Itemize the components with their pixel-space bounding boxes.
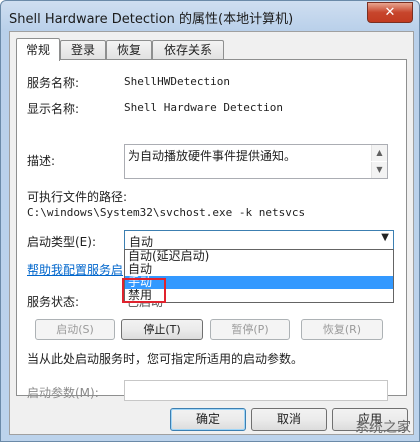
option-auto[interactable]: 自动 xyxy=(125,263,393,276)
cancel-button[interactable]: 取消 xyxy=(251,408,327,431)
startup-type-value: 自动 xyxy=(129,235,154,249)
tab-dependencies[interactable]: 依存关系 xyxy=(152,40,224,60)
service-name-label: 服务名称: xyxy=(27,76,80,90)
tab-logon[interactable]: 登录 xyxy=(60,40,106,60)
startup-type-label: 启动类型(E): xyxy=(27,235,96,249)
description-text: 为自动播放硬件事件提供通知。 xyxy=(128,149,297,163)
help-link[interactable]: 帮助我配置服务启 xyxy=(27,261,123,278)
description-box[interactable]: 为自动播放硬件事件提供通知。 ▲ ▼ xyxy=(124,144,388,179)
dialog-title: Shell Hardware Detection 的属性(本地计算机) xyxy=(9,12,294,27)
exe-path-value: C:\windows\System32\svchost.exe -k netsv… xyxy=(27,206,306,219)
description-label: 描述: xyxy=(27,154,56,168)
display-name-label: 显示名称: xyxy=(27,102,80,116)
start-button[interactable]: 启动(S) xyxy=(35,319,115,340)
chevron-down-icon[interactable]: ▼ xyxy=(381,232,389,243)
service-status-label: 服务状态: xyxy=(27,295,80,309)
service-name-value: ShellHWDetection xyxy=(124,75,230,88)
general-panel: 服务名称: ShellHWDetection 显示名称: Shell Hardw… xyxy=(16,59,407,401)
properties-dialog: Shell Hardware Detection 的属性(本地计算机) ✕ 常规… xyxy=(0,0,420,442)
start-params-hint: 当从此处启动服务时，您可指定所适用的启动参数。 xyxy=(27,352,304,366)
display-name-value: Shell Hardware Detection xyxy=(124,101,283,114)
scroll-up-icon[interactable]: ▲ xyxy=(371,145,387,161)
tab-recovery[interactable]: 恢复 xyxy=(106,40,152,60)
highlight-annotation xyxy=(122,278,166,303)
exe-path-label: 可执行文件的路径: xyxy=(27,190,128,204)
title-bar[interactable]: Shell Hardware Detection 的属性(本地计算机) ✕ xyxy=(1,1,419,31)
scroll-down-icon[interactable]: ▼ xyxy=(371,162,387,178)
close-button[interactable]: ✕ xyxy=(367,2,413,23)
option-auto-delayed[interactable]: 自动(延迟启动) xyxy=(125,250,393,263)
watermark-logo: 系统之家 xyxy=(355,420,411,436)
stop-button[interactable]: 停止(T) xyxy=(121,319,203,340)
start-params-input[interactable] xyxy=(124,380,388,401)
dialog-client: 常规 登录 恢复 依存关系 服务名称: ShellHWDetection 显示名… xyxy=(9,31,414,435)
tab-general[interactable]: 常规 xyxy=(16,38,60,61)
resume-button[interactable]: 恢复(R) xyxy=(301,319,383,340)
startup-type-select[interactable]: 自动 ▼ xyxy=(124,230,394,251)
start-params-label: 启动参数(M): xyxy=(27,386,99,400)
pause-button[interactable]: 暂停(P) xyxy=(210,319,290,340)
ok-button[interactable]: 确定 xyxy=(170,408,246,431)
